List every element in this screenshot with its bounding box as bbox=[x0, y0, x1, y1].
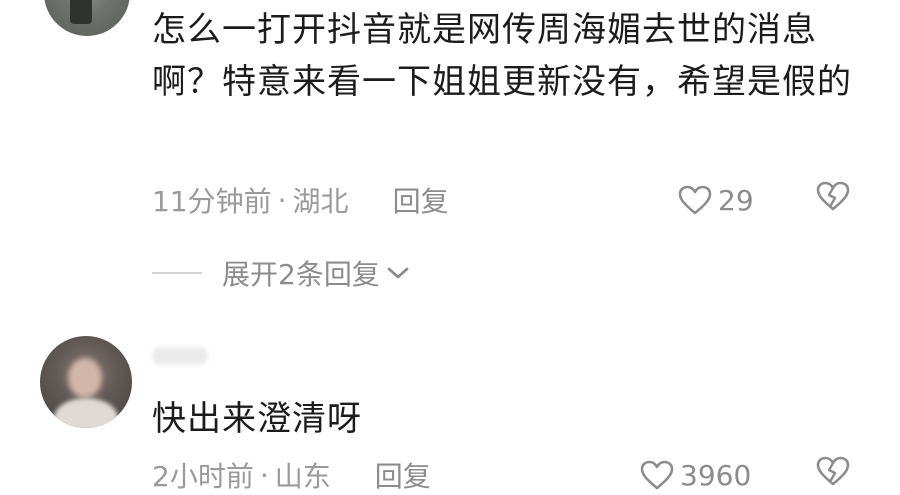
like-button[interactable]: 3960 bbox=[640, 455, 751, 495]
avatar[interactable] bbox=[40, 336, 132, 428]
comment-meta: 2小时前 · 山东 回复 bbox=[152, 455, 431, 495]
privacy-blur bbox=[40, 336, 132, 428]
avatar-figure bbox=[70, 0, 92, 24]
expand-replies-label: 展开2条回复 bbox=[222, 258, 380, 291]
expand-replies-button[interactable]: 展开2条回复 bbox=[152, 252, 410, 294]
like-button[interactable]: 29 bbox=[678, 180, 754, 220]
heart-outline-icon bbox=[640, 460, 674, 490]
comment-location: 山东 bbox=[274, 460, 331, 493]
broken-heart-icon[interactable] bbox=[816, 181, 850, 211]
chevron-down-icon bbox=[387, 267, 409, 279]
meta-separator: · bbox=[277, 183, 287, 217]
reply-button[interactable]: 回复 bbox=[375, 455, 431, 495]
comment-time: 11分钟前 bbox=[152, 185, 272, 218]
username-blurred[interactable] bbox=[152, 347, 208, 365]
comment-time: 2小时前 bbox=[152, 460, 254, 493]
meta-separator: · bbox=[259, 458, 269, 492]
avatar[interactable] bbox=[44, 0, 130, 36]
comment-text: 快出来澄清呀 bbox=[152, 399, 362, 439]
divider-line bbox=[152, 272, 202, 274]
broken-heart-icon[interactable] bbox=[816, 456, 850, 486]
comment-text: 怎么一打开抖音就是网传周海媚去世的消息啊？特意来看一下姐姐更新没有，希望是假的 bbox=[152, 10, 852, 102]
reply-button[interactable]: 回复 bbox=[393, 180, 449, 220]
like-count: 29 bbox=[718, 183, 754, 217]
comment-meta: 11分钟前 · 湖北 回复 bbox=[152, 180, 449, 220]
like-count: 3960 bbox=[680, 458, 752, 492]
heart-outline-icon bbox=[678, 185, 712, 215]
comment-location: 湖北 bbox=[292, 185, 349, 218]
